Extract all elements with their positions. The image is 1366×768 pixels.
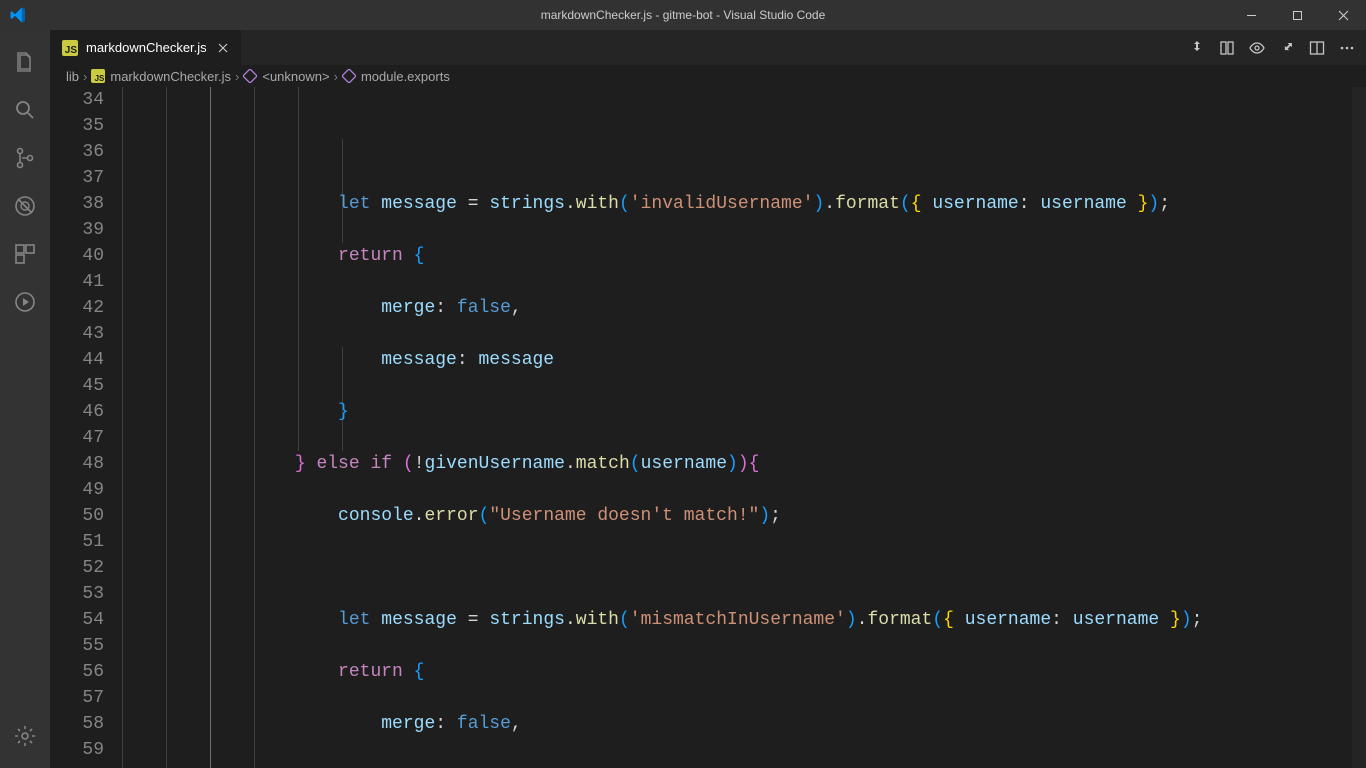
line-number: 57 — [50, 685, 104, 711]
title-bar: markdownChecker.js - gitme-bot - Visual … — [0, 0, 1366, 30]
source-control-icon[interactable] — [0, 134, 50, 182]
line-number: 37 — [50, 165, 104, 191]
debug-icon[interactable] — [0, 182, 50, 230]
breadcrumb[interactable]: lib › JSmarkdownChecker.js › <unknown> ›… — [50, 65, 1366, 87]
live-share-icon[interactable] — [0, 278, 50, 326]
line-number: 46 — [50, 399, 104, 425]
line-number: 48 — [50, 451, 104, 477]
line-number-gutter: 3435363738394041424344454647484950515253… — [50, 87, 122, 768]
line-number: 36 — [50, 139, 104, 165]
maximize-button[interactable] — [1274, 0, 1320, 30]
line-number: 54 — [50, 607, 104, 633]
line-number: 50 — [50, 503, 104, 529]
symbol-icon — [243, 69, 257, 83]
chevron-right-icon: › — [334, 69, 338, 84]
minimap-slider[interactable] — [1352, 87, 1366, 768]
line-number: 35 — [50, 113, 104, 139]
vscode-logo-icon — [0, 0, 35, 30]
open-changes-icon[interactable] — [1212, 30, 1242, 65]
chevron-right-icon: › — [235, 69, 239, 84]
split-editor-icon[interactable] — [1302, 30, 1332, 65]
compare-changes-icon[interactable] — [1182, 30, 1212, 65]
explorer-icon[interactable] — [0, 38, 50, 86]
line-number: 51 — [50, 529, 104, 555]
line-number: 47 — [50, 425, 104, 451]
line-number: 41 — [50, 269, 104, 295]
tab-markdownchecker[interactable]: JS markdownChecker.js — [50, 30, 242, 65]
line-number: 49 — [50, 477, 104, 503]
window-controls — [1228, 0, 1366, 30]
toggle-preview-icon[interactable] — [1242, 30, 1272, 65]
line-number: 56 — [50, 659, 104, 685]
breadcrumb-folder[interactable]: lib — [66, 69, 79, 84]
code-content[interactable]: let message = strings.with('invalidUsern… — [122, 87, 1366, 768]
symbol-icon — [342, 69, 356, 83]
close-button[interactable] — [1320, 0, 1366, 30]
line-number: 44 — [50, 347, 104, 373]
window-title: markdownChecker.js - gitme-bot - Visual … — [0, 8, 1366, 22]
editor-group: JS markdownChecker.js lib › JSmarkdownCh… — [50, 30, 1366, 768]
close-icon[interactable] — [215, 40, 231, 56]
more-actions-icon[interactable] — [1332, 30, 1362, 65]
tab-label: markdownChecker.js — [86, 40, 207, 55]
line-number: 43 — [50, 321, 104, 347]
extensions-icon[interactable] — [0, 230, 50, 278]
js-file-icon: JS — [91, 69, 105, 83]
line-number: 55 — [50, 633, 104, 659]
activity-bar — [0, 30, 50, 768]
minimap[interactable] — [1352, 87, 1366, 768]
code-editor[interactable]: 3435363738394041424344454647484950515253… — [50, 87, 1366, 768]
line-number: 53 — [50, 581, 104, 607]
line-number: 38 — [50, 191, 104, 217]
search-icon[interactable] — [0, 86, 50, 134]
tab-bar: JS markdownChecker.js — [50, 30, 1366, 65]
line-number: 45 — [50, 373, 104, 399]
tab-actions — [1182, 30, 1362, 65]
line-number: 59 — [50, 737, 104, 763]
breadcrumb-symbol[interactable]: module.exports — [342, 69, 450, 84]
settings-gear-icon[interactable] — [0, 712, 50, 760]
js-file-icon: JS — [62, 40, 78, 56]
line-number: 58 — [50, 711, 104, 737]
line-number: 40 — [50, 243, 104, 269]
line-number: 34 — [50, 87, 104, 113]
line-number: 52 — [50, 555, 104, 581]
line-number: 39 — [50, 217, 104, 243]
breadcrumb-file[interactable]: JSmarkdownChecker.js — [91, 69, 231, 84]
run-icon[interactable] — [1272, 30, 1302, 65]
breadcrumb-symbol[interactable]: <unknown> — [243, 69, 329, 84]
minimize-button[interactable] — [1228, 0, 1274, 30]
line-number: 42 — [50, 295, 104, 321]
chevron-right-icon: › — [83, 69, 87, 84]
